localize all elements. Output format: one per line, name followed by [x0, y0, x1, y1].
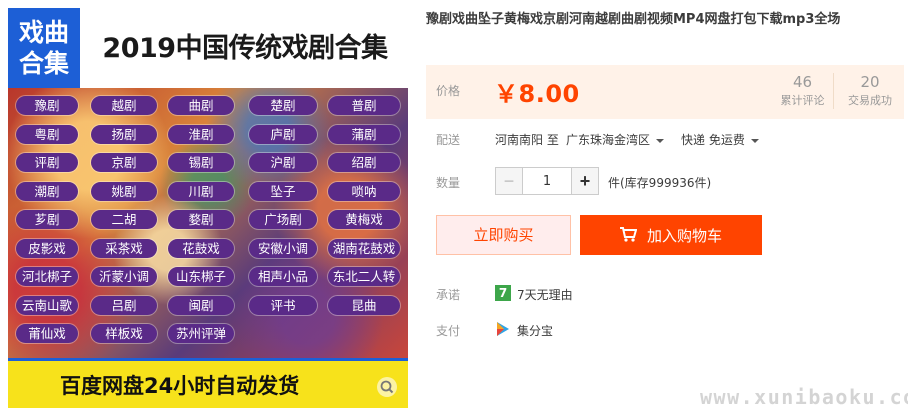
- genre-tag: 样板戏: [91, 324, 157, 343]
- genre-tag: 芗剧: [16, 210, 78, 229]
- genre-tag: 云南山歌: [16, 295, 78, 315]
- deals-label: 交易成功: [848, 94, 892, 107]
- shipping-method-select[interactable]: 快递 免运费: [681, 131, 759, 148]
- chevron-down-icon: [750, 138, 759, 143]
- genre-tag: 越剧: [91, 96, 157, 115]
- product-image[interactable]: 戏曲 合集 2019中国传统戏剧合集 豫剧 越剧 曲剧 楚剧 普剧粤剧 扬剧 淮剧 庐剧 蒲剧评…: [8, 8, 408, 408]
- genre-tag: 蒲剧: [328, 124, 400, 144]
- shipping-label: 配送: [436, 133, 461, 147]
- footer-text: 百度网盘24小时自动发货: [60, 374, 300, 398]
- genre-tag: 唢呐: [328, 181, 400, 201]
- corner-badge: 戏曲 合集: [8, 8, 80, 88]
- genre-tag: 粤剧: [16, 124, 78, 144]
- payment-text: 集分宝: [517, 324, 554, 338]
- genre-tag: 苏州评弹: [168, 324, 234, 343]
- genre-tag: 婺剧: [168, 210, 234, 229]
- genre-tag: 安徽小调: [249, 238, 317, 258]
- jifenbao-icon: [497, 322, 509, 336]
- buy-now-button[interactable]: 立即购买: [436, 215, 571, 255]
- image-title: 2019中国传统戏剧合集: [102, 33, 388, 64]
- add-to-cart-button[interactable]: 加入购物车: [580, 215, 762, 255]
- reviews-label: 累计评论: [780, 94, 825, 107]
- shipping-destination-select[interactable]: 广东珠海金湾区: [566, 131, 665, 148]
- genre-tag: 山东梆子: [168, 267, 234, 286]
- genre-tag: 潮剧: [16, 181, 78, 201]
- genre-tag: 川剧: [168, 181, 234, 201]
- deals-stat: 20 交易成功: [842, 73, 898, 109]
- genre-tag: 评书: [249, 295, 317, 315]
- price-value: ￥8.00: [494, 80, 580, 108]
- genre-tag-grid: 豫剧 越剧 曲剧 楚剧 普剧粤剧 扬剧 淮剧 庐剧 蒲剧评剧 京剧 锡剧 沪剧 绍剧潮剧 姚剧 川剧 坠子 唢呐…: [8, 96, 408, 352]
- shipping-destination: 广东珠海金湾区: [566, 133, 651, 147]
- price-panel: 价格 ￥8.00 46 累计评论 20 交易成功: [426, 65, 904, 119]
- genre-tag: 吕剧: [91, 295, 157, 315]
- genre-tag: 广场剧: [249, 210, 317, 229]
- genre-tag: 莆仙戏: [16, 324, 78, 343]
- genre-tag: 采茶戏: [91, 238, 157, 258]
- chevron-down-icon: [656, 138, 665, 143]
- genre-tag: 花鼓戏: [168, 238, 234, 258]
- stock-info: 件(库存999936件): [608, 176, 712, 190]
- seven-day-return-icon: 7: [495, 285, 511, 301]
- quantity-input[interactable]: [523, 168, 571, 194]
- genre-tag: 姚剧: [91, 181, 157, 201]
- deals-count: 20: [860, 73, 880, 91]
- payment-label: 支付: [436, 324, 461, 338]
- badge-line2: 合集: [18, 49, 69, 78]
- reviews-count: 46: [792, 73, 813, 91]
- genre-tag: 东北二人转: [328, 267, 400, 286]
- increase-quantity-button[interactable]: +: [571, 168, 598, 194]
- shipping-method: 快递 免运费: [681, 133, 745, 147]
- genre-tag: 锡剧: [168, 153, 234, 172]
- genre-tag: 河北梆子: [16, 267, 78, 286]
- genre-tag: 普剧: [328, 96, 400, 115]
- quantity-stepper: − +: [495, 167, 599, 195]
- genre-tag: 皮影戏: [16, 238, 78, 258]
- product-title: 豫剧戏曲坠子黄梅戏京剧河南越剧曲剧视频MP4网盘打包下载mp3全场: [426, 12, 841, 27]
- add-to-cart-label: 加入购物车: [646, 227, 722, 245]
- search-icon[interactable]: [376, 376, 398, 398]
- genre-tag: 黄梅戏: [328, 210, 400, 229]
- genre-tag: 绍剧: [328, 153, 400, 172]
- genre-tag: 评剧: [16, 153, 78, 172]
- price-label: 价格: [436, 84, 461, 98]
- genre-tag: 湖南花鼓戏: [328, 238, 400, 258]
- cart-icon: [619, 227, 637, 242]
- promise-label: 承诺: [436, 288, 461, 302]
- promise-text[interactable]: 7天无理由: [517, 286, 573, 303]
- genre-tag: 坠子: [249, 181, 317, 201]
- genre-tag: 京剧: [91, 153, 157, 172]
- image-footer: 百度网盘24小时自动发货: [8, 358, 408, 408]
- decrease-quantity-button[interactable]: −: [496, 168, 523, 194]
- genre-tag: 闽剧: [168, 295, 234, 315]
- genre-tag: 昆曲: [328, 295, 400, 315]
- genre-tag: 曲剧: [168, 96, 234, 115]
- image-header: 戏曲 合集 2019中国传统戏剧合集: [8, 8, 408, 88]
- genre-tag: 沪剧: [249, 153, 317, 172]
- genre-tag: 二胡: [91, 210, 157, 229]
- shipping-origin: 河南南阳 至: [495, 133, 559, 147]
- genre-tag: 沂蒙小调: [91, 267, 157, 286]
- genre-tag: 庐剧: [249, 124, 317, 144]
- badge-line1: 戏曲: [18, 18, 69, 47]
- quantity-label: 数量: [436, 176, 461, 190]
- watermark: www.xunibaoku.com: [700, 385, 908, 409]
- genre-tag: 相声小品: [249, 267, 317, 286]
- reviews-stat[interactable]: 46 累计评论: [778, 73, 834, 109]
- genre-tag: 扬剧: [91, 124, 157, 144]
- genre-tag: 豫剧: [16, 96, 78, 115]
- genre-tag: 楚剧: [249, 96, 317, 115]
- genre-tag: 淮剧: [168, 124, 234, 144]
